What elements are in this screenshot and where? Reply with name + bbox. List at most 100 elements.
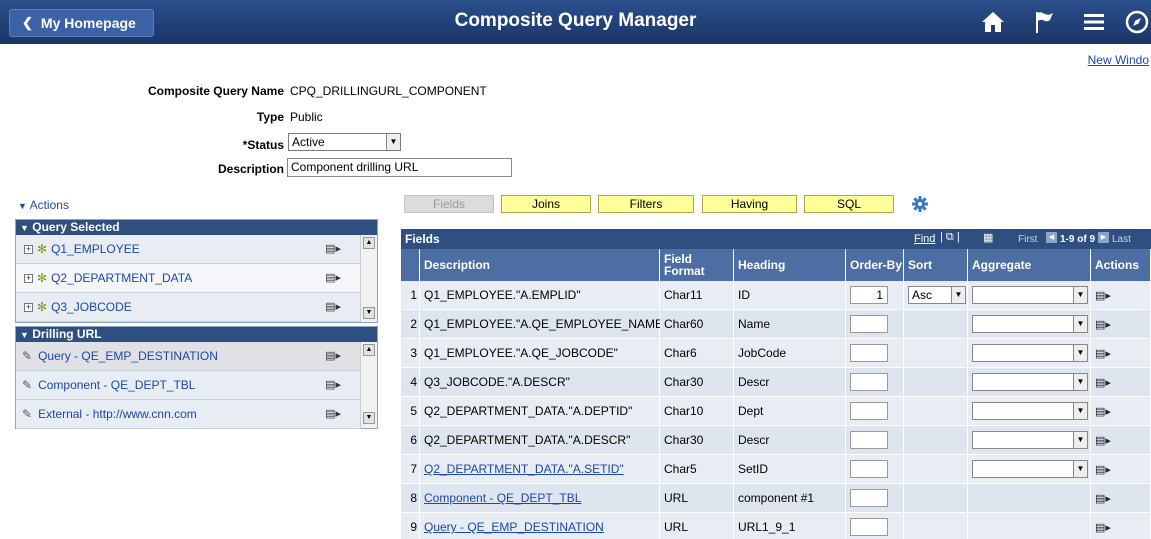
- field-description-link[interactable]: Q2_DEPARTMENT_DATA."A.SETID": [424, 462, 624, 476]
- order-by-input[interactable]: [850, 460, 888, 478]
- order-by-input[interactable]: [850, 431, 888, 449]
- drilling-link[interactable]: Query - QE_EMP_DESTINATION: [38, 349, 218, 363]
- scroll-down-icon[interactable]: ▼: [363, 412, 375, 424]
- last-label: Last: [1112, 234, 1131, 245]
- field-description-cell: Q1_EMPLOYEE."A.QE_EMPLOYEE_NAME": [420, 310, 667, 339]
- status-select[interactable]: Active ▼: [288, 133, 401, 151]
- gear-icon[interactable]: [912, 196, 928, 212]
- aggregate-select[interactable]: ▼: [972, 286, 1088, 304]
- field-description-cell: Q3_JOBCODE."A.DESCR": [420, 368, 660, 397]
- row-actions-icon[interactable]: ▤▸: [1095, 376, 1111, 389]
- home-icon[interactable]: [980, 9, 1006, 35]
- drilling-link[interactable]: External - http://www.cnn.com: [38, 407, 197, 421]
- row-actions-icon[interactable]: ▤▸: [1095, 289, 1111, 302]
- row-number: 9: [401, 513, 420, 539]
- find-link[interactable]: Find: [914, 233, 935, 245]
- new-window-link[interactable]: New Windo: [1088, 53, 1149, 67]
- fields-grid-title: Fields: [405, 232, 440, 246]
- aggregate-select[interactable]: ▼: [972, 373, 1088, 391]
- expand-icon[interactable]: +: [24, 302, 33, 312]
- order-by-input[interactable]: [850, 518, 888, 536]
- drilling-link[interactable]: Component - QE_DEPT_TBL: [38, 378, 195, 392]
- aggregate-cell: ▼: [968, 281, 1091, 310]
- previous-icon[interactable]: ◀: [1046, 232, 1057, 243]
- description-input[interactable]: Component drilling URL: [287, 158, 512, 177]
- tab-filters[interactable]: Filters: [598, 195, 694, 213]
- aggregate-select[interactable]: ▼: [972, 344, 1088, 362]
- view-all-icon[interactable]: | ⧉ |: [940, 231, 960, 244]
- row-number: 1: [401, 281, 420, 310]
- order-by-input[interactable]: 1: [850, 286, 888, 304]
- row-actions-icon[interactable]: ▤▸: [1095, 521, 1111, 534]
- field-heading: SetID: [734, 455, 846, 484]
- field-format: URL: [660, 513, 734, 539]
- query-link[interactable]: Q3_JOBCODE: [51, 300, 132, 314]
- row-actions-icon[interactable]: ▤▸: [325, 407, 341, 420]
- row-num-header: [401, 249, 420, 281]
- query-scrollbar[interactable]: ▲ ▼: [360, 235, 377, 322]
- field-description-link[interactable]: Component - QE_DEPT_TBL: [424, 491, 581, 505]
- order-by-input[interactable]: [850, 402, 888, 420]
- triangle-down-icon: ▼: [20, 223, 29, 233]
- expand-icon[interactable]: +: [24, 273, 33, 283]
- row-actions-icon[interactable]: ▤▸: [325, 271, 341, 284]
- status-value: Active: [292, 135, 325, 149]
- next-icon[interactable]: ▶: [1098, 232, 1109, 243]
- row-actions-icon[interactable]: ▤▸: [1095, 347, 1111, 360]
- order-by-input[interactable]: [850, 489, 888, 507]
- drilling-row: ✎ Component - QE_DEPT_TBL ▤▸: [16, 371, 361, 400]
- row-number: 7: [401, 455, 420, 484]
- chevron-down-icon: ▼: [951, 287, 965, 303]
- col-aggregate: Aggregate: [968, 249, 1091, 281]
- row-actions-icon[interactable]: ▤▸: [1095, 463, 1111, 476]
- drilling-url-panel: ▼ Drilling URL ✎ Query - QE_EMP_DESTINAT…: [15, 326, 378, 429]
- query-link[interactable]: Q1_EMPLOYEE: [51, 242, 140, 256]
- row-actions-icon[interactable]: ▤▸: [325, 300, 341, 313]
- field-format: Char11: [660, 281, 734, 310]
- type-label: Type: [256, 110, 284, 124]
- order-by-cell: [846, 397, 904, 426]
- query-selected-header[interactable]: ▼ Query Selected: [16, 220, 377, 235]
- row-actions-icon[interactable]: ▤▸: [1095, 318, 1111, 331]
- tab-fields[interactable]: Fields: [404, 195, 494, 213]
- row-actions-icon[interactable]: ▤▸: [325, 378, 341, 391]
- grid-download-icon[interactable]: ▦: [983, 231, 993, 244]
- field-format: URL: [660, 484, 734, 513]
- tab-having[interactable]: Having: [702, 195, 797, 213]
- tab-sql[interactable]: SQL: [804, 195, 894, 213]
- drilling-url-header[interactable]: ▼ Drilling URL: [16, 327, 377, 342]
- aggregate-select[interactable]: ▼: [972, 460, 1088, 478]
- aggregate-select[interactable]: ▼: [972, 402, 1088, 420]
- field-description: Q1_EMPLOYEE."A.QE_JOBCODE": [424, 346, 618, 360]
- flag-icon[interactable]: [1031, 9, 1057, 35]
- navigator-icon[interactable]: [1124, 9, 1150, 35]
- aggregate-select[interactable]: ▼: [972, 315, 1088, 333]
- actions-toggle[interactable]: ▼ Actions: [18, 198, 69, 212]
- sort-select[interactable]: Asc ▼: [908, 286, 966, 304]
- order-by-input[interactable]: [850, 315, 888, 333]
- drilling-scrollbar[interactable]: ▲ ▼: [360, 342, 377, 428]
- row-actions-icon[interactable]: ▤▸: [325, 349, 341, 362]
- expand-icon[interactable]: +: [24, 244, 33, 254]
- order-by-input[interactable]: [850, 373, 888, 391]
- aggregate-select[interactable]: ▼: [972, 431, 1088, 449]
- sort-cell: [904, 310, 968, 339]
- query-link[interactable]: Q2_DEPARTMENT_DATA: [51, 271, 192, 285]
- query-row: + ✻ Q2_DEPARTMENT_DATA ▤▸: [16, 264, 361, 293]
- field-format: Char30: [660, 426, 734, 455]
- scroll-up-icon[interactable]: ▲: [363, 344, 375, 356]
- row-actions-icon[interactable]: ▤▸: [1095, 405, 1111, 418]
- row-number: 4: [401, 368, 420, 397]
- actions-cell: ▤▸: [1091, 484, 1151, 513]
- col-sort: Sort: [904, 249, 968, 281]
- row-actions-icon[interactable]: ▤▸: [1095, 492, 1111, 505]
- row-actions-icon[interactable]: ▤▸: [1095, 434, 1111, 447]
- field-description-link[interactable]: Query - QE_EMP_DESTINATION: [424, 520, 604, 534]
- order-by-input[interactable]: [850, 344, 888, 362]
- menu-icon[interactable]: [1081, 9, 1107, 35]
- scroll-up-icon[interactable]: ▲: [363, 237, 375, 249]
- row-actions-icon[interactable]: ▤▸: [325, 242, 341, 255]
- scroll-down-icon[interactable]: ▼: [363, 307, 375, 319]
- tab-joins[interactable]: Joins: [501, 195, 591, 213]
- chevron-down-icon: ▼: [386, 134, 400, 150]
